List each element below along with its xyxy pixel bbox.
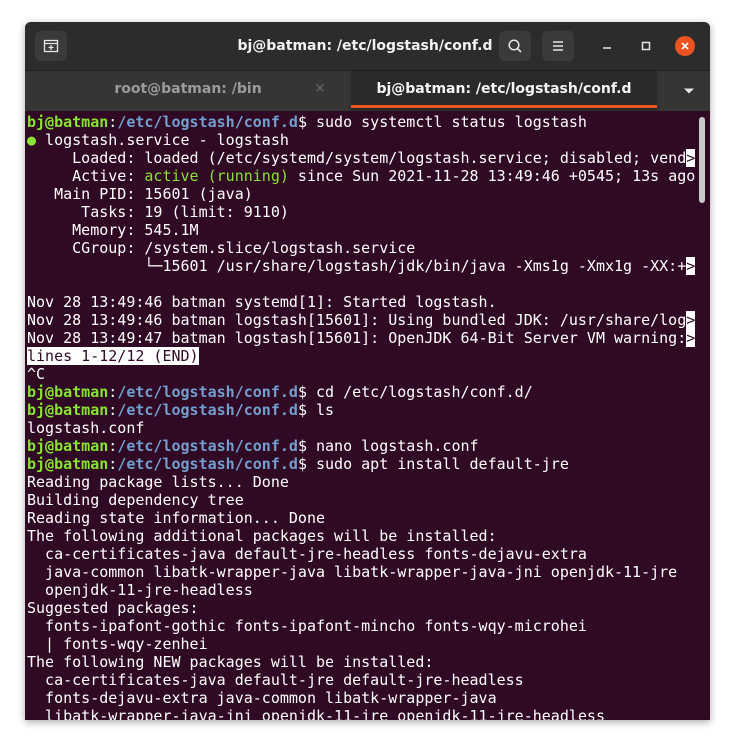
active-line: Active: active (running) since Sun 2021-… (27, 167, 696, 185)
minimize-button[interactable] (597, 36, 617, 56)
apt-output-line: fonts-dejavu-extra java-common libatk-wr… (27, 689, 497, 707)
terminal-window: bj@batman: /etc/logstash/conf.d root@bat… (25, 22, 710, 720)
prompt-line: bj@batman:/etc/logstash/conf.d$ nano log… (27, 437, 479, 455)
tab-bar: root@batman: /bin × bj@batman: /etc/logs… (25, 71, 710, 111)
search-icon (508, 39, 522, 53)
status-dot-icon: ● (27, 131, 37, 149)
hamburger-menu-icon (553, 41, 563, 51)
main-pid-line: Main PID: 15601 (java) (27, 185, 253, 203)
apt-output-line: fonts-ipafont-gothic fonts-ipafont-minch… (27, 617, 587, 635)
apt-output-line: The following additional packages will b… (27, 527, 497, 545)
apt-output-line: openjdk-11-jre-headless (27, 581, 253, 599)
pager-status-line: lines 1-12/12 (END) (27, 347, 199, 365)
menu-button[interactable] (542, 31, 574, 61)
maximize-button[interactable] (636, 36, 656, 56)
apt-output-line: | fonts-wqy-zenhei (27, 635, 208, 653)
title-bar: bj@batman: /etc/logstash/conf.d (25, 22, 710, 71)
tab-root-bin[interactable]: root@batman: /bin × (25, 71, 351, 111)
apt-output-line: Reading state information... Done (27, 509, 326, 527)
close-button[interactable] (675, 36, 695, 56)
active-state: active (running) (144, 167, 289, 185)
truncation-marker: > (686, 149, 696, 167)
apt-output-line: Suggested packages: (27, 599, 199, 617)
command-text: sudo systemctl status logstash (306, 113, 587, 131)
command-text: nano logstash.conf (306, 437, 479, 455)
tab-list-button[interactable] (677, 79, 701, 103)
close-icon (681, 42, 689, 50)
tab-logstash-conf[interactable]: bj@batman: /etc/logstash/conf.d (351, 71, 657, 111)
log-line: Nov 28 13:49:46 batman systemd[1]: Start… (27, 293, 497, 311)
prompt-line: bj@batman:/etc/logstash/conf.d$ sudo apt… (27, 455, 569, 473)
window-title: bj@batman: /etc/logstash/conf.d (237, 38, 493, 54)
truncation-marker: > (686, 257, 696, 275)
chevron-down-icon (684, 88, 694, 94)
terminal-output[interactable]: bj@batman:/etc/logstash/conf.d$ sudo sys… (25, 113, 697, 720)
cgroup-line: CGroup: /system.slice/logstash.service (27, 239, 416, 257)
apt-output-line: Reading package lists... Done (27, 473, 289, 491)
command-text: ls (306, 401, 335, 419)
minimize-icon (603, 47, 611, 49)
log-line: Nov 28 13:49:47 batman logstash[15601]: … (27, 329, 696, 347)
prompt-line: bj@batman:/etc/logstash/conf.d$ cd /etc/… (27, 383, 533, 401)
tab-label: root@batman: /bin (114, 81, 262, 97)
maximize-icon (641, 41, 651, 51)
apt-output-line: Building dependency tree (27, 491, 244, 509)
apt-output-line: java-common libatk-wrapper-java libatk-w… (27, 563, 678, 581)
command-text: sudo apt install default-jre (306, 455, 569, 473)
loaded-line: Loaded: loaded (/etc/systemd/system/logs… (27, 149, 696, 167)
memory-line: Memory: 545.1M (27, 221, 199, 239)
apt-output-line: libatk-wrapper-java-jni openjdk-11-jre o… (27, 707, 605, 720)
prompt-line: bj@batman:/etc/logstash/conf.d$ sudo sys… (27, 113, 587, 131)
command-text: cd /etc/logstash/conf.d/ (306, 383, 533, 401)
truncation-marker: > (686, 329, 696, 347)
new-tab-icon (43, 39, 59, 53)
truncation-marker: > (686, 311, 696, 329)
apt-output-line: ca-certificates-java default-jre default… (27, 671, 524, 689)
search-button[interactable] (499, 31, 531, 61)
ls-output-line: logstash.conf (27, 419, 145, 437)
log-line: Nov 28 13:49:46 batman logstash[15601]: … (27, 311, 696, 329)
tab-close-icon[interactable]: × (312, 71, 328, 107)
apt-output-line: The following NEW packages will be insta… (27, 653, 434, 671)
service-title-line: ● logstash.service - logstash (27, 131, 289, 149)
interrupt-line: ^C (27, 365, 46, 383)
tasks-line: Tasks: 19 (limit: 9110) (27, 203, 289, 221)
new-tab-button[interactable] (35, 31, 67, 61)
apt-output-line: ca-certificates-java default-jre-headles… (27, 545, 587, 563)
tab-label: bj@batman: /etc/logstash/conf.d (376, 81, 632, 97)
active-tab-indicator (351, 105, 657, 108)
cgroup-child-line: └─15601 /usr/share/logstash/jdk/bin/java… (27, 257, 696, 275)
prompt-line: bj@batman:/etc/logstash/conf.d$ ls (27, 401, 335, 419)
scrollbar-thumb[interactable] (699, 117, 705, 203)
